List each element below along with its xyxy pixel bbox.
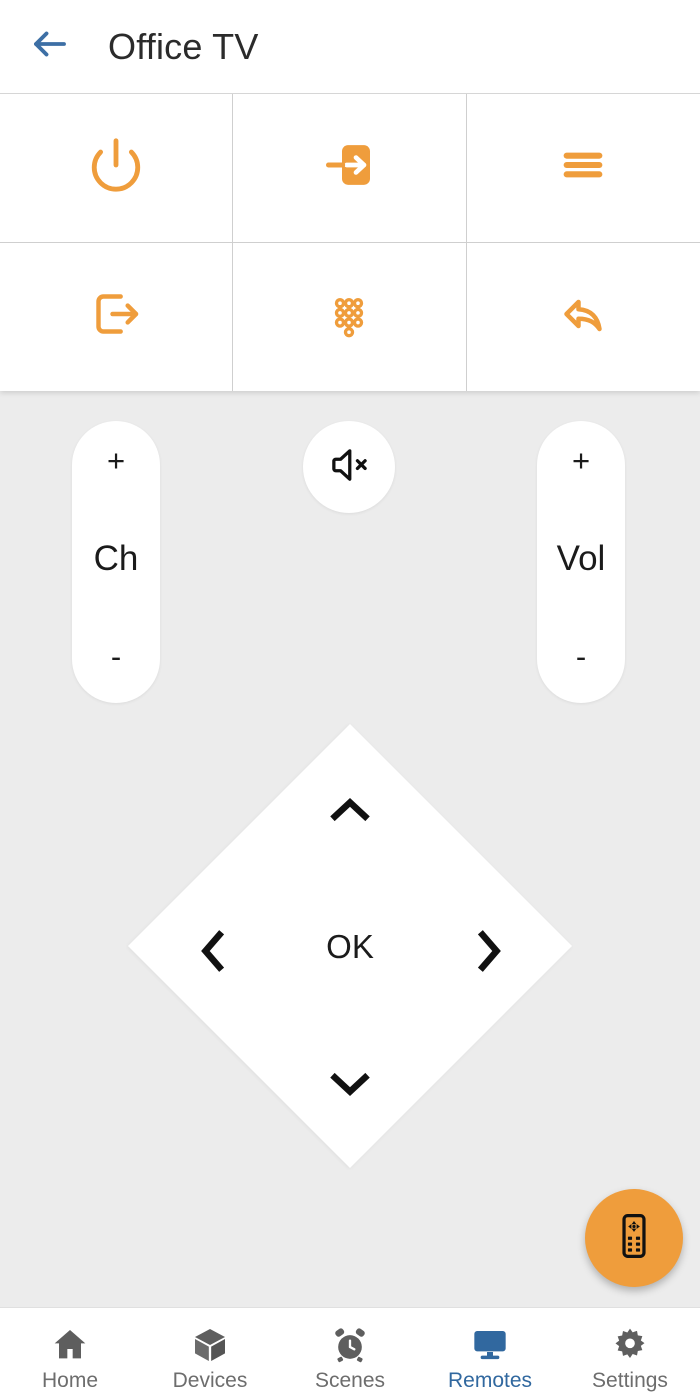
volume-mute-icon [326, 442, 372, 493]
dpad-up-button[interactable] [300, 772, 400, 852]
volume-up-button[interactable]: + [537, 443, 625, 477]
function-button-grid [0, 93, 700, 391]
chevron-right-icon [463, 925, 515, 982]
app-bar: Office TV [0, 0, 700, 93]
nav-item-home[interactable]: Home [0, 1308, 140, 1400]
channel-down-button[interactable]: - [72, 639, 160, 673]
input-icon [321, 137, 377, 198]
chevron-up-icon [324, 784, 376, 841]
keypad-icon [322, 287, 376, 346]
channel-rocker[interactable]: + Ch - [72, 421, 160, 703]
menu-button[interactable] [466, 94, 700, 243]
channel-up-button[interactable]: + [72, 443, 160, 477]
chevron-down-icon [324, 1058, 376, 1115]
dpad-right-button[interactable] [446, 908, 532, 998]
volume-down-button[interactable]: - [537, 639, 625, 673]
bottom-navigation: Home Devices Scenes Remotes Settings [0, 1307, 700, 1400]
nav-label-devices: Devices [172, 1369, 248, 1392]
remote-screen: Office TV + Ch - + Vol - OK Home Devices… [0, 0, 700, 1400]
dpad-down-button[interactable] [300, 1046, 400, 1126]
alarm-clock-icon [330, 1321, 370, 1365]
mute-button[interactable] [303, 421, 395, 513]
back-navigation-button[interactable] [22, 19, 78, 75]
directional-pad: OK [127, 723, 573, 1169]
chevron-left-icon [187, 925, 239, 982]
remote-switch-fab[interactable] [585, 1189, 683, 1287]
nav-item-settings[interactable]: Settings [560, 1308, 700, 1400]
cube-icon [190, 1321, 230, 1365]
power-icon [87, 136, 145, 199]
control-pad-area: + Ch - + Vol - OK [0, 391, 700, 1307]
page-title: Office TV [108, 25, 259, 67]
power-button[interactable] [0, 94, 234, 243]
dpad-left-button[interactable] [170, 908, 256, 998]
nav-item-scenes[interactable]: Scenes [280, 1308, 420, 1400]
nav-label-scenes: Scenes [314, 1369, 386, 1392]
channel-label: Ch [93, 538, 139, 578]
arrow-left-icon [29, 23, 71, 70]
gear-icon [610, 1321, 650, 1365]
volume-rocker[interactable]: + Vol - [537, 421, 625, 703]
dpad-ok-label: OK [326, 928, 374, 965]
menu-icon [555, 137, 611, 198]
back-return-button[interactable] [466, 242, 700, 391]
volume-label: Vol [556, 538, 606, 578]
home-icon [50, 1321, 90, 1365]
nav-label-settings: Settings [592, 1369, 668, 1392]
monitor-icon [470, 1321, 510, 1365]
exit-button[interactable] [0, 242, 234, 391]
reply-back-icon [553, 284, 613, 349]
nav-item-devices[interactable]: Devices [140, 1308, 280, 1400]
exit-icon [88, 286, 144, 347]
input-source-button[interactable] [233, 94, 467, 243]
dpad-ok-button[interactable]: OK [280, 904, 420, 990]
nav-label-remotes: Remotes [447, 1369, 533, 1392]
nav-label-home: Home [41, 1369, 99, 1392]
remote-control-icon [608, 1210, 660, 1267]
keypad-button[interactable] [233, 242, 467, 391]
nav-item-remotes[interactable]: Remotes [420, 1308, 560, 1400]
